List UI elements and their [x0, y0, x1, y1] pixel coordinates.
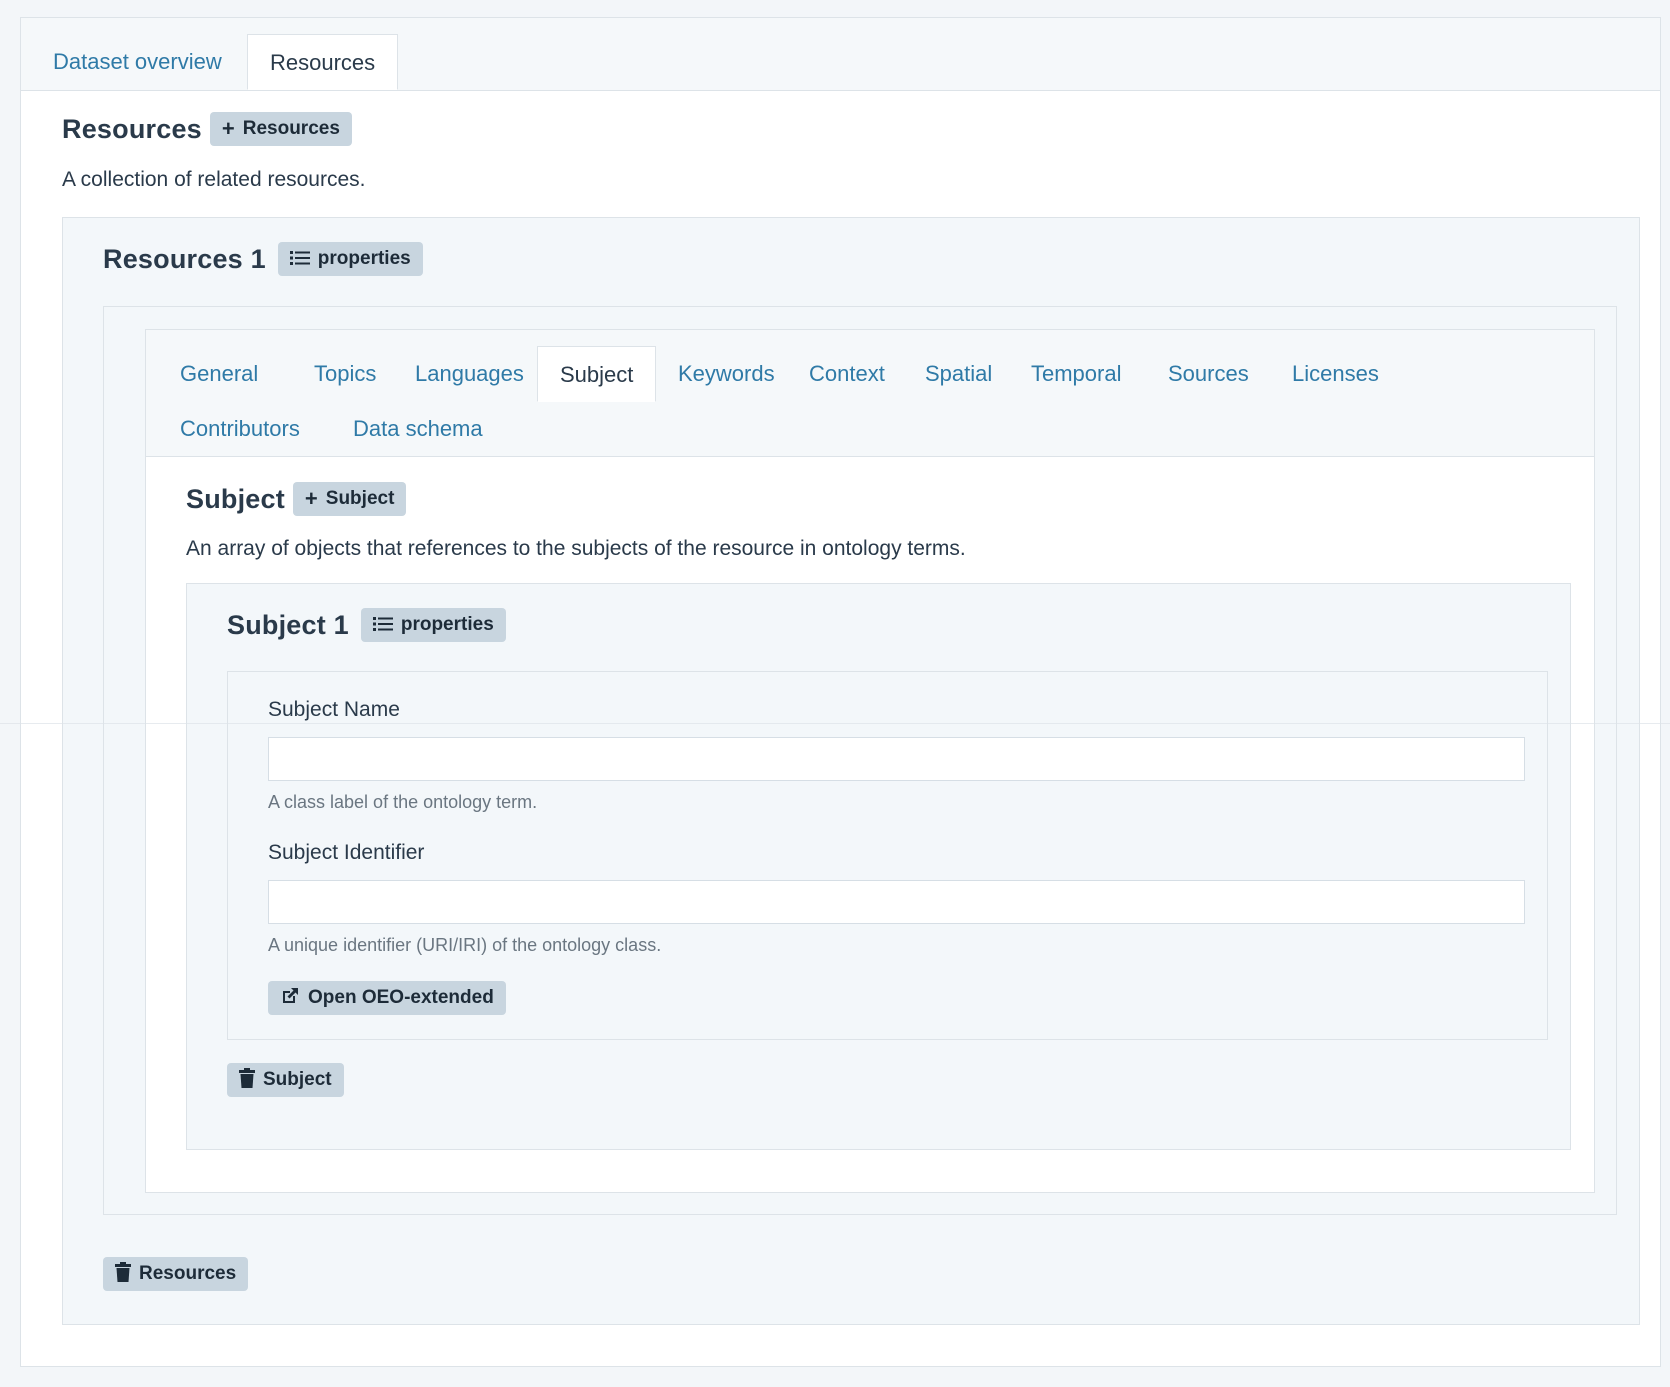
- tab-general[interactable]: General: [158, 346, 280, 402]
- subject-item-title: Subject 1: [227, 609, 349, 640]
- resources-header: Resources + Resources: [62, 112, 352, 146]
- add-resources-label: Resources: [242, 118, 340, 139]
- plus-icon: +: [221, 116, 235, 141]
- tab-spatial[interactable]: Spatial: [903, 346, 1014, 402]
- resource-tabs-panel: General Topics Languages Subject Keyword…: [145, 329, 1595, 1193]
- tab-keywords[interactable]: Keywords: [656, 346, 797, 402]
- delete-subject-button[interactable]: Subject: [227, 1063, 344, 1097]
- tab-data-schema[interactable]: Data schema: [331, 401, 505, 457]
- delete-resources-button[interactable]: Resources: [103, 1257, 249, 1291]
- top-tab-bar: Dataset overview Resources: [21, 18, 1660, 91]
- add-subject-label: Subject: [325, 488, 395, 509]
- add-subject-button[interactable]: + Subject: [292, 482, 407, 516]
- trash-icon: [239, 1068, 255, 1092]
- subject-name-label: Subject Name: [268, 698, 400, 721]
- resources-item-panel: Resources 1 properties General Topics La…: [62, 217, 1640, 1325]
- plus-icon: +: [304, 486, 318, 511]
- open-oeo-extended-button[interactable]: Open OEO-extended: [268, 981, 506, 1015]
- subject-identifier-help: A unique identifier (URI/IRI) of the ont…: [268, 935, 662, 955]
- tab-temporal[interactable]: Temporal: [1009, 346, 1143, 402]
- tab-resources[interactable]: Resources: [247, 34, 399, 90]
- subject-name-help: A class label of the ontology term.: [268, 792, 538, 812]
- open-oeo-extended-label: Open OEO-extended: [308, 987, 494, 1008]
- tab-contributors[interactable]: Contributors: [158, 401, 322, 457]
- list-icon: [289, 248, 310, 270]
- external-link-icon: [280, 986, 300, 1010]
- subject-header: Subject + Subject: [186, 482, 407, 516]
- subject-identifier-label: Subject Identifier: [268, 841, 425, 864]
- subject-description: An array of objects that references to t…: [186, 537, 966, 560]
- resources-item-title: Resources 1: [103, 243, 266, 274]
- subject-title: Subject: [186, 483, 285, 514]
- resources-properties-label: properties: [317, 248, 411, 269]
- resources-title: Resources: [62, 113, 202, 144]
- horizontal-divider: [0, 723, 1670, 724]
- resources-properties-button[interactable]: properties: [277, 242, 423, 276]
- subject-item-header: Subject 1 properties: [227, 608, 506, 642]
- tab-context[interactable]: Context: [787, 346, 907, 402]
- resource-tab-bar: General Topics Languages Subject Keyword…: [146, 330, 1594, 457]
- tab-subject[interactable]: Subject: [537, 346, 657, 402]
- tab-topics[interactable]: Topics: [292, 346, 398, 402]
- tab-sources[interactable]: Sources: [1146, 346, 1271, 402]
- tab-dataset-overview[interactable]: Dataset overview: [31, 34, 244, 90]
- subject-properties-button[interactable]: properties: [360, 608, 506, 642]
- resources-description: A collection of related resources.: [62, 168, 366, 191]
- subject-item-panel: Subject 1 properties Subject Name A clas…: [186, 583, 1571, 1150]
- delete-subject-label: Subject: [263, 1069, 332, 1090]
- subject-properties-label: properties: [400, 614, 494, 635]
- trash-icon: [115, 1262, 131, 1286]
- tab-languages[interactable]: Languages: [393, 346, 546, 402]
- list-icon: [372, 614, 393, 636]
- subject-fields-panel: Subject Name A class label of the ontolo…: [227, 671, 1548, 1040]
- tab-licenses[interactable]: Licenses: [1270, 346, 1401, 402]
- editor-container: Dataset overview Resources Resources + R…: [20, 17, 1661, 1367]
- subject-identifier-input[interactable]: [268, 880, 1525, 924]
- subject-name-input[interactable]: [268, 737, 1525, 781]
- resources-item-header: Resources 1 properties: [103, 242, 423, 276]
- delete-resources-label: Resources: [139, 1263, 237, 1284]
- add-resources-button[interactable]: + Resources: [209, 112, 352, 146]
- resources-item-content: General Topics Languages Subject Keyword…: [103, 306, 1617, 1215]
